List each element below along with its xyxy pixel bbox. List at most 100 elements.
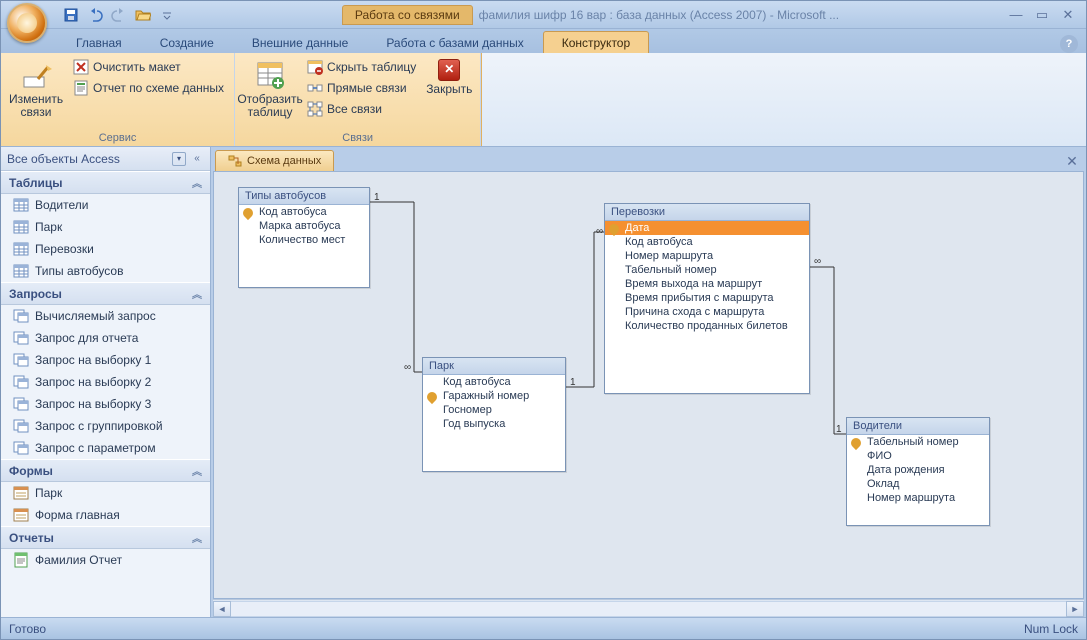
redo-icon[interactable] — [109, 5, 129, 25]
relationships-icon — [228, 154, 242, 168]
nav-section-reports[interactable]: Отчеты︽ — [1, 526, 210, 549]
table-bus-types[interactable]: Типы автобусов Код автобуса Марка автобу… — [238, 187, 370, 288]
direct-relationships-button[interactable]: Прямые связи — [303, 78, 420, 98]
tab-design[interactable]: Конструктор — [543, 31, 649, 53]
nav-item-label: Запрос с группировкой — [35, 419, 163, 433]
query-icon — [13, 418, 29, 434]
doc-close-button[interactable]: ✕ — [1062, 151, 1082, 171]
table-field[interactable]: Время прибытия с маршрута — [605, 291, 809, 305]
table-field[interactable]: Код автобуса — [423, 375, 565, 389]
table-field[interactable]: Количество мест — [239, 233, 369, 247]
nav-dropdown-icon[interactable]: ▾ — [172, 152, 186, 166]
table-field[interactable]: Табельный номер — [605, 263, 809, 277]
maximize-button[interactable]: ▭ — [1030, 6, 1054, 24]
nav-item-table[interactable]: Типы автобусов — [1, 260, 210, 282]
nav-item-query[interactable]: Запрос для отчета — [1, 327, 210, 349]
save-icon[interactable] — [61, 5, 81, 25]
table-trips[interactable]: Перевозки Дата Код автобуса Номер маршру… — [604, 203, 810, 394]
nav-item-query[interactable]: Запрос на выборку 2 — [1, 371, 210, 393]
table-drivers[interactable]: Водители Табельный номер ФИО Дата рожден… — [846, 417, 990, 526]
table-title: Перевозки — [605, 204, 809, 221]
nav-item-report[interactable]: Фамилия Отчет — [1, 549, 210, 571]
nav-header[interactable]: Все объекты Access ▾ « — [1, 147, 210, 171]
nav-item-query[interactable]: Запрос на выборку 3 — [1, 393, 210, 415]
undo-icon[interactable] — [85, 5, 105, 25]
nav-collapse-icon[interactable]: « — [190, 152, 204, 166]
table-field[interactable]: Госномер — [423, 403, 565, 417]
table-icon — [13, 219, 29, 235]
doc-tab-relationships[interactable]: Схема данных — [215, 150, 334, 171]
svg-text:∞: ∞ — [404, 362, 411, 373]
nav-item-query[interactable]: Запрос с группировкой — [1, 415, 210, 437]
scroll-track[interactable] — [231, 601, 1066, 617]
minimize-button[interactable]: — — [1004, 6, 1028, 24]
nav-item-table[interactable]: Перевозки — [1, 238, 210, 260]
table-field[interactable]: Дата — [605, 221, 809, 235]
table-title: Типы автобусов — [239, 188, 369, 205]
nav-section-forms[interactable]: Формы︽ — [1, 459, 210, 482]
table-park[interactable]: Парк Код автобуса Гаражный номер Госноме… — [422, 357, 566, 472]
table-field[interactable]: Марка автобуса — [239, 219, 369, 233]
table-field[interactable]: Дата рождения — [847, 463, 989, 477]
table-field[interactable]: Номер маршрута — [605, 249, 809, 263]
relationships-canvas[interactable]: 1∞ 1∞ ∞1 Типы автобусов Код автобуса Мар… — [213, 171, 1084, 599]
all-relationships-button[interactable]: Все связи — [303, 99, 420, 119]
nav-item-form[interactable]: Форма главная — [1, 504, 210, 526]
query-icon — [13, 330, 29, 346]
nav-item-label: Перевозки — [35, 242, 94, 256]
query-icon — [13, 396, 29, 412]
nav-item-query[interactable]: Вычисляемый запрос — [1, 305, 210, 327]
table-field[interactable]: Номер маршрута — [847, 491, 989, 505]
chevron-up-icon: ︽ — [192, 530, 202, 545]
nav-item-query[interactable]: Запрос на выборку 1 — [1, 349, 210, 371]
tab-create[interactable]: Создание — [141, 31, 233, 53]
close-button[interactable]: ✕ — [1056, 6, 1080, 24]
nav-item-form[interactable]: Парк — [1, 482, 210, 504]
nav-section-queries[interactable]: Запросы︽ — [1, 282, 210, 305]
status-right: Num Lock — [1024, 622, 1078, 636]
table-field[interactable]: Оклад — [847, 477, 989, 491]
show-table-button[interactable]: Отобразить таблицу — [241, 57, 299, 121]
relationship-report-button[interactable]: Отчет по схеме данных — [69, 78, 228, 98]
table-field[interactable]: Код автобуса — [239, 205, 369, 219]
svg-text:1: 1 — [836, 424, 842, 435]
nav-section-queries-label: Запросы — [9, 287, 62, 301]
horizontal-scrollbar[interactable]: ◄ ► — [213, 599, 1084, 617]
tab-external-data[interactable]: Внешние данные — [233, 31, 368, 53]
tab-database-tools[interactable]: Работа с базами данных — [367, 31, 542, 53]
titlebar: Работа со связями фамилия шифр 16 вар : … — [1, 1, 1086, 29]
scroll-right-icon[interactable]: ► — [1066, 601, 1084, 617]
ribbon-group-service: Изменить связи Очистить макет Отчет по с… — [1, 53, 235, 146]
nav-item-table[interactable]: Водители — [1, 194, 210, 216]
nav-section-tables[interactable]: Таблицы︽ — [1, 171, 210, 194]
table-field[interactable]: Табельный номер — [847, 435, 989, 449]
table-field[interactable]: Год выпуска — [423, 417, 565, 431]
title-center: Работа со связями фамилия шифр 16 вар : … — [177, 5, 1004, 25]
table-field[interactable]: Код автобуса — [605, 235, 809, 249]
qat-more-icon[interactable] — [157, 5, 177, 25]
table-field[interactable]: Количество проданных билетов — [605, 319, 809, 333]
contextual-tab-label: Работа со связями — [342, 5, 473, 25]
office-button[interactable] — [7, 3, 47, 43]
table-field[interactable]: Гаражный номер — [423, 389, 565, 403]
help-icon[interactable]: ? — [1060, 35, 1078, 53]
nav-section-forms-label: Формы — [9, 464, 53, 478]
svg-text:1: 1 — [374, 192, 380, 203]
group-service-label: Сервис — [7, 131, 228, 146]
nav-item-query[interactable]: Запрос с параметром — [1, 437, 210, 459]
nav-item-label: Запрос для отчета — [35, 331, 138, 345]
edit-relationships-button[interactable]: Изменить связи — [7, 57, 65, 121]
open-folder-icon[interactable] — [133, 5, 153, 25]
form-icon — [13, 507, 29, 523]
clear-layout-button[interactable]: Очистить макет — [69, 57, 228, 77]
hide-table-button[interactable]: Скрыть таблицу — [303, 57, 420, 77]
nav-item-table[interactable]: Парк — [1, 216, 210, 238]
tab-home[interactable]: Главная — [57, 31, 141, 53]
table-field[interactable]: Причина схода с маршрута — [605, 305, 809, 319]
close-relationships-button[interactable]: ✕ Закрыть — [424, 57, 474, 98]
query-icon — [13, 374, 29, 390]
table-field[interactable]: ФИО — [847, 449, 989, 463]
nav-item-label: Фамилия Отчет — [35, 553, 122, 567]
scroll-left-icon[interactable]: ◄ — [213, 601, 231, 617]
table-field[interactable]: Время выхода на маршрут — [605, 277, 809, 291]
